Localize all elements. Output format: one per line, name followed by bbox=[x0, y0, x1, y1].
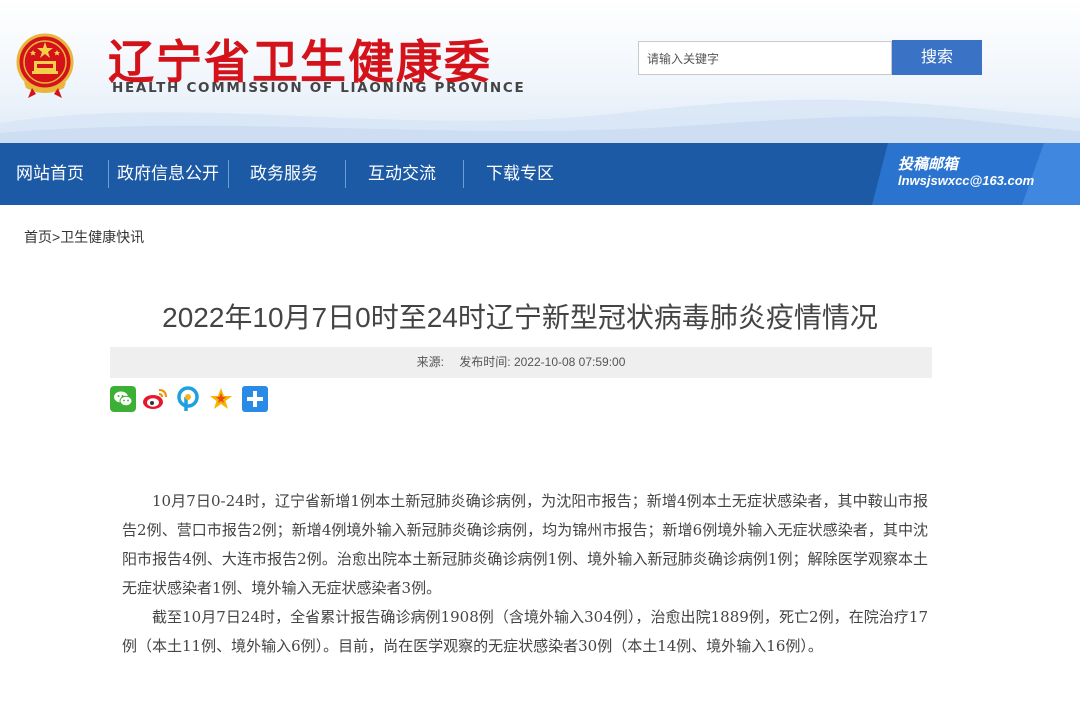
nav-divider bbox=[108, 160, 109, 188]
nav-item-home[interactable]: 网站首页 bbox=[16, 143, 84, 205]
publish-time: 发布时间: 2022-10-08 07:59:00 bbox=[459, 355, 626, 369]
source-label: 来源: bbox=[416, 355, 444, 369]
mailbox-address[interactable]: lnwsjswxcc@163.com bbox=[898, 173, 1034, 188]
qzone-icon[interactable] bbox=[175, 386, 201, 412]
plus-icon[interactable] bbox=[242, 386, 268, 412]
site-subtitle: HEALTH COMMISSION OF LIAONING PROVINCE bbox=[112, 80, 526, 96]
national-emblem-icon bbox=[16, 33, 74, 98]
breadcrumb-home-link[interactable]: 首页 bbox=[24, 229, 52, 245]
nav-item-interaction[interactable]: 互动交流 bbox=[368, 143, 436, 205]
search-button[interactable]: 搜索 bbox=[892, 40, 982, 75]
nav-divider bbox=[463, 160, 464, 188]
weibo-icon[interactable] bbox=[142, 386, 168, 412]
article-title: 2022年10月7日0时至24时辽宁新型冠状病毒肺炎疫情情况 bbox=[162, 302, 878, 333]
article-meta: 来源: 发布时间: 2022-10-08 07:59:00 bbox=[110, 347, 932, 378]
breadcrumb: 首页>卫生健康快讯 bbox=[24, 227, 144, 247]
nav-divider bbox=[345, 160, 346, 188]
article-paragraph: 10月7日0-24时，辽宁省新增1例本土新冠肺炎确诊病例，为沈阳市报告；新增4例… bbox=[122, 492, 928, 597]
search-input[interactable]: 请输入关键字 bbox=[638, 41, 892, 75]
breadcrumb-separator: > bbox=[52, 229, 61, 245]
article-paragraph: 截至10月7日24时，全省累计报告确诊病例1908例（含境外输入304例），治愈… bbox=[122, 608, 928, 655]
nav-divider bbox=[228, 160, 229, 188]
nav-item-gov-info[interactable]: 政府信息公开 bbox=[117, 143, 219, 205]
mailbox-title[interactable]: 投稿邮箱 bbox=[898, 153, 958, 174]
breadcrumb-current-link[interactable]: 卫生健康快讯 bbox=[60, 229, 144, 245]
site-header: 辽宁省卫生健康委 HEALTH COMMISSION OF LIAONING P… bbox=[0, 0, 1080, 143]
nav-item-services[interactable]: 政务服务 bbox=[250, 143, 318, 205]
nav-item-downloads[interactable]: 下载专区 bbox=[486, 143, 554, 205]
star-icon[interactable] bbox=[208, 386, 234, 412]
wechat-icon[interactable] bbox=[110, 386, 136, 412]
